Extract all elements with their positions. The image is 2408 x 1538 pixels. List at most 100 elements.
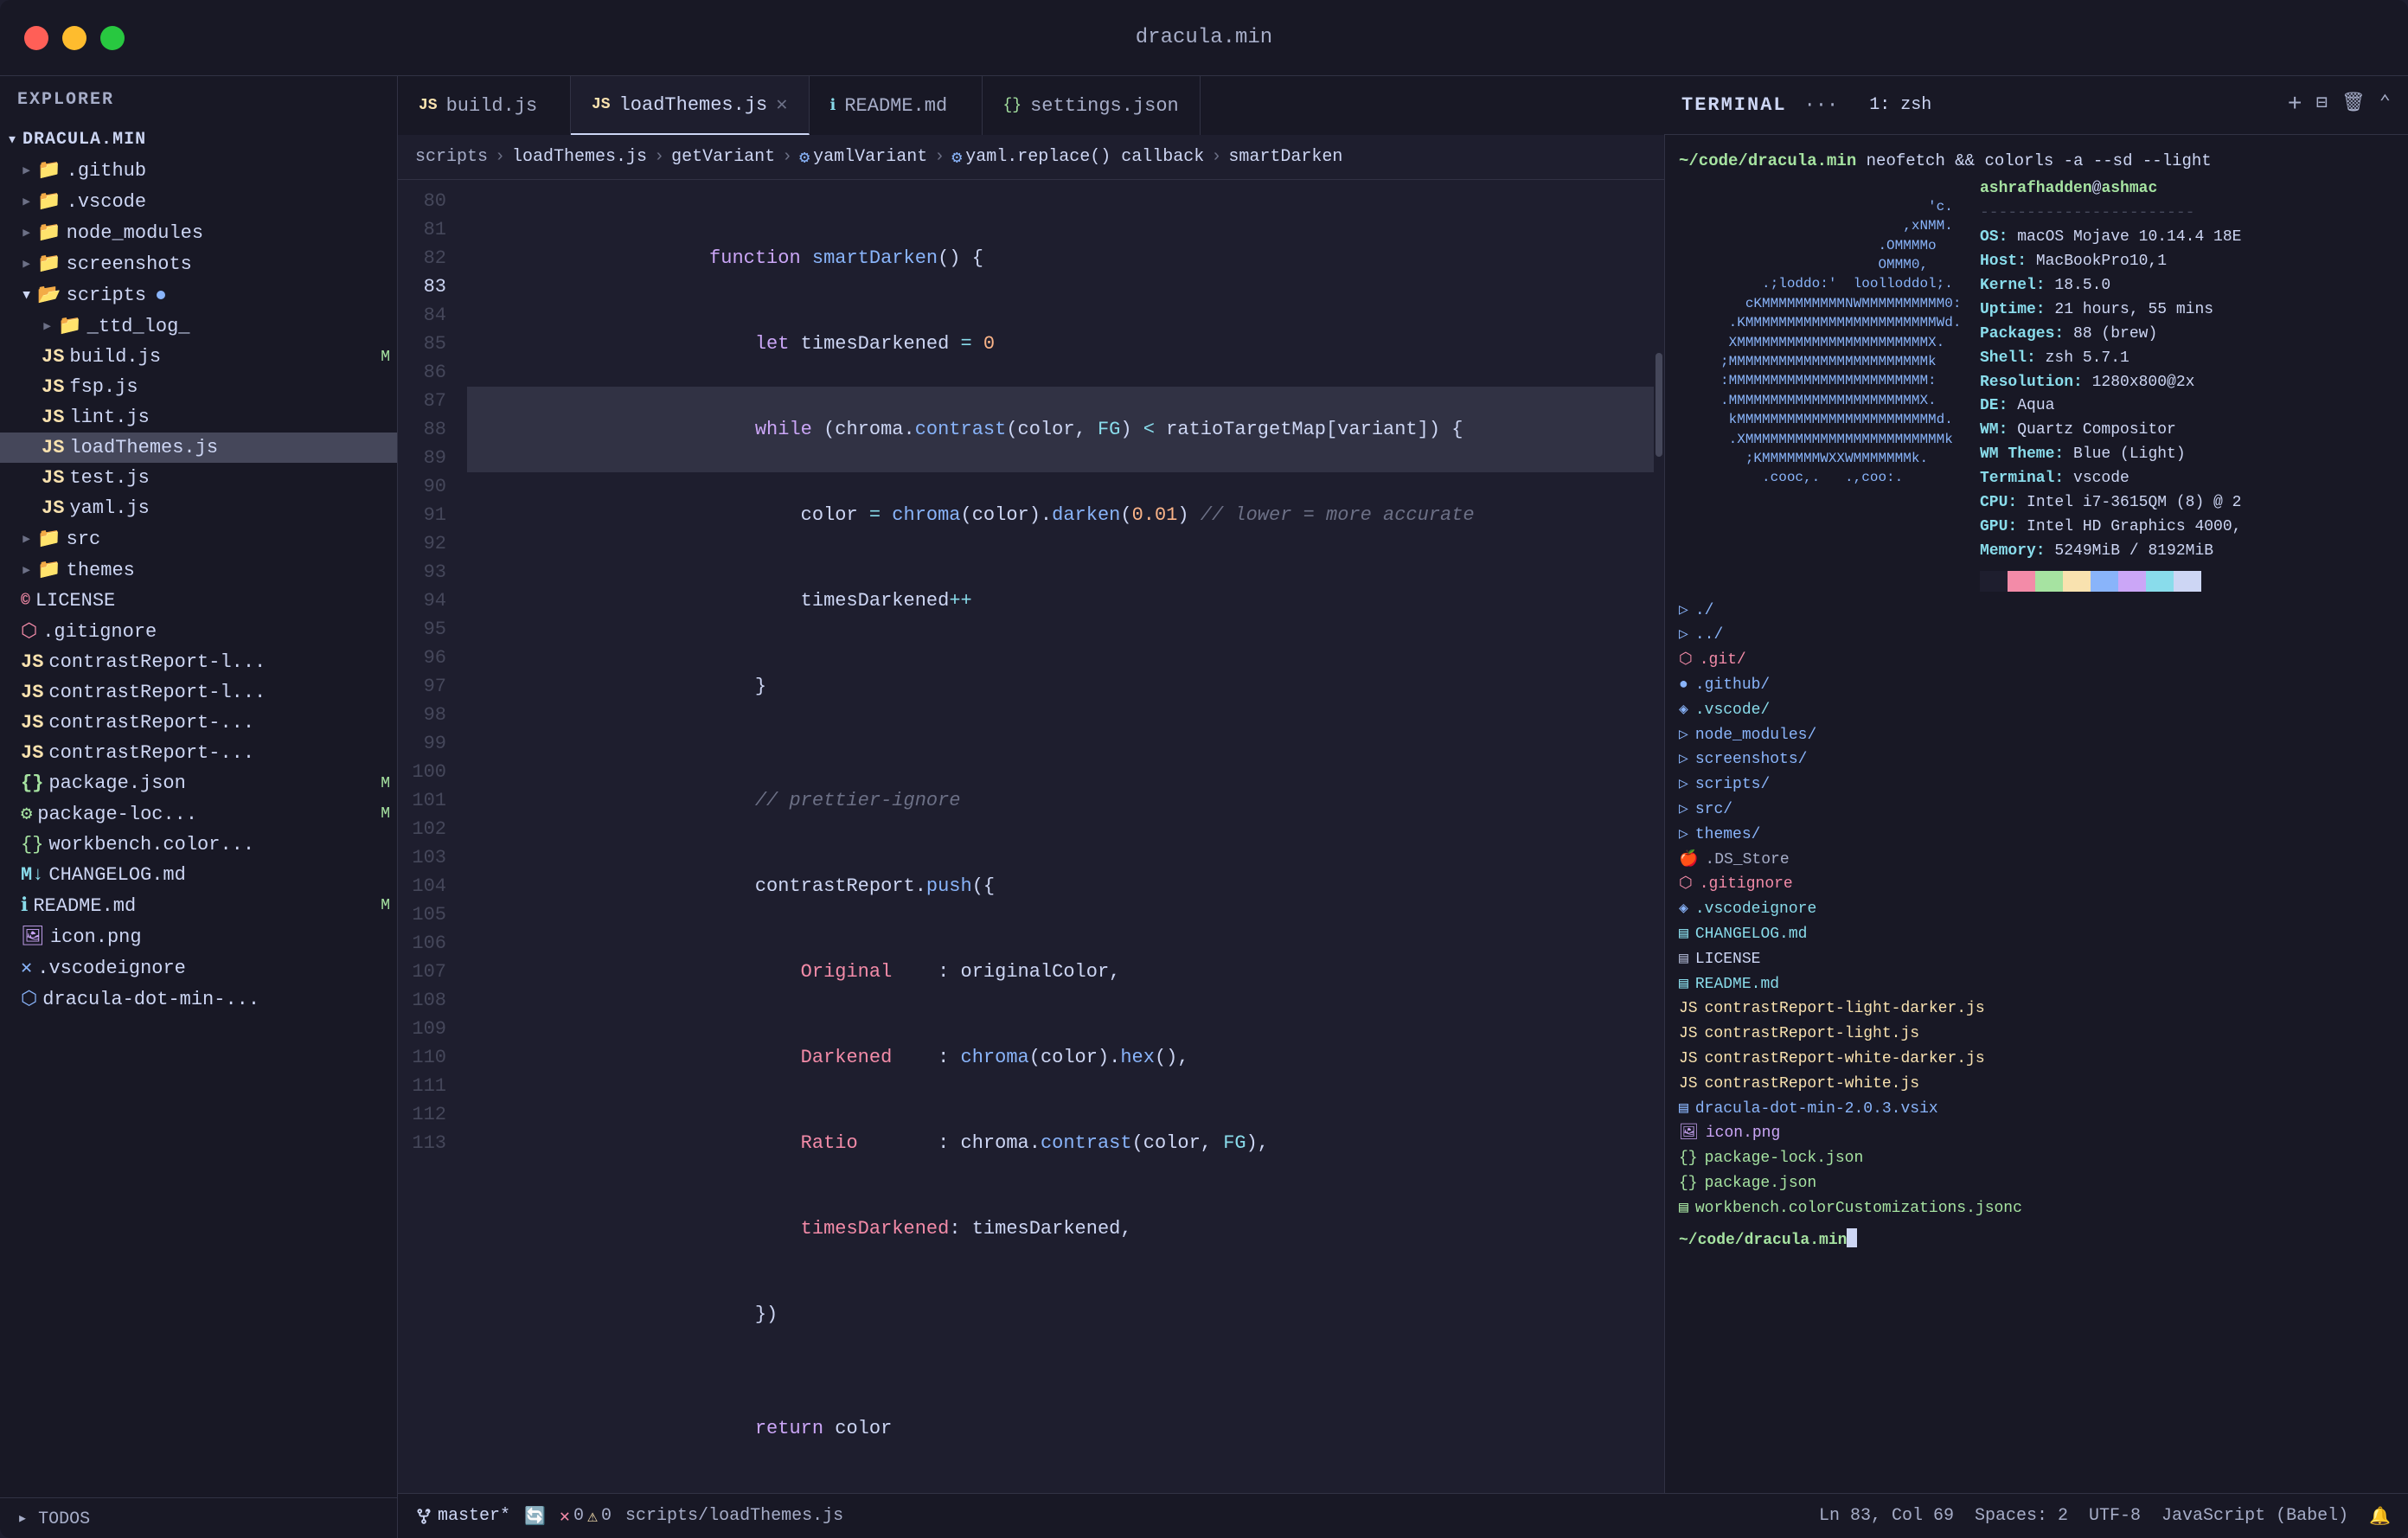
sidebar-item-vscode[interactable]: ▸ 📁 .vscode [0, 186, 397, 217]
breadcrumb-scripts[interactable]: scripts [415, 147, 488, 167]
sidebar-item-label: .vscode [67, 191, 146, 213]
sidebar-item-icon-png[interactable]: 🖼 icon.png [0, 921, 397, 952]
color-block [2118, 571, 2146, 592]
sidebar-item-dracula-vsix[interactable]: ⬡ dracula-dot-min-... [0, 984, 397, 1015]
error-count[interactable]: ✕ 0 ⚠ 0 [560, 1505, 612, 1528]
sidebar-item-node-modules[interactable]: ▸ 📁 node_modules [0, 217, 397, 248]
statusbar: master* 🔄 ✕ 0 ⚠ 0 scripts/loadThemes.js … [398, 1493, 2408, 1538]
sidebar-item-screenshots[interactable]: ▸ 📁 screenshots [0, 248, 397, 279]
tab-load-themes-js[interactable]: JS loadThemes.js ✕ [571, 76, 810, 135]
sidebar-item-contrast4[interactable]: JS contrastReport-... [0, 738, 397, 768]
code-line [467, 1357, 1654, 1386]
tree-root[interactable]: ▾ DRACULA.MIN [0, 124, 397, 155]
sidebar-item-scripts[interactable]: ▾ 📂 scripts [0, 279, 397, 311]
sidebar-item-changelog[interactable]: M↓ CHANGELOG.md [0, 860, 397, 890]
file-list-item: 🍎 .DS_Store [1679, 848, 2394, 873]
json-icon: ⚙ [21, 803, 32, 825]
tab-readme-md[interactable]: ℹ README.md [810, 76, 983, 135]
breadcrumb-get-variant[interactable]: getVariant [671, 147, 775, 167]
sidebar-item-label: .vscodeignore [37, 958, 186, 979]
sidebar-item-vscodeignore[interactable]: ✕ .vscodeignore [0, 952, 397, 984]
file-listing: ▷ ./ ▷ ../ ⬡ .git/ [1679, 599, 2394, 1253]
sidebar-item-label: contrastReport-l... [48, 651, 266, 673]
sidebar-item-label: workbench.color... [48, 834, 254, 856]
sidebar-item-ttd-log[interactable]: ▸ 📁 _ttd_log_ [0, 311, 397, 342]
line-numbers: 80 81 82 83 84 85 86 87 88 89 90 91 [398, 180, 467, 1493]
terminal-more-icon[interactable]: ··· [1804, 94, 1839, 116]
sync-icon[interactable]: 🔄 [524, 1505, 546, 1528]
breadcrumb-load-themes[interactable]: loadThemes.js [512, 147, 647, 167]
file-list-item: ▤ LICENSE [1679, 947, 2394, 972]
color-blocks [1980, 571, 2241, 592]
breadcrumb-yaml-variant[interactable]: ⚙yamlVariant [799, 146, 927, 169]
close-panel-icon[interactable]: ⌃ [2379, 92, 2391, 119]
todos-label: TODOS [38, 1509, 90, 1529]
todos-section[interactable]: ▸ TODOS [0, 1497, 397, 1538]
sidebar-item-yaml-js[interactable]: JS yaml.js [0, 493, 397, 523]
sidebar-item-label: test.js [69, 467, 149, 489]
code-editor[interactable]: 80 81 82 83 84 85 86 87 88 89 90 91 [398, 180, 1664, 1493]
error-icon: ✕ [560, 1505, 570, 1528]
cursor-position[interactable]: Ln 83, Col 69 [1819, 1506, 1954, 1526]
md-icon: ℹ [21, 894, 28, 917]
code-line: Original : originalColor, [467, 929, 1654, 1015]
notification-icon[interactable]: 🔔 [2369, 1505, 2391, 1528]
encoding[interactable]: UTF-8 [2089, 1506, 2141, 1526]
sidebar-item-label: package.json [48, 772, 185, 794]
chevron-down-icon: ▾ [21, 284, 32, 306]
tab-close-button[interactable]: ✕ [776, 93, 787, 116]
terminal-tab-zsh[interactable]: 1: zsh [1869, 95, 1931, 115]
file-path: scripts/loadThemes.js [625, 1506, 843, 1526]
sidebar-item-test-js[interactable]: JS test.js [0, 463, 397, 493]
file-list-item: ⬡ .gitignore [1679, 872, 2394, 897]
sidebar-item-lint-js[interactable]: JS lint.js [0, 402, 397, 433]
sidebar-item-contrast1[interactable]: JS contrastReport-l... [0, 647, 397, 677]
file-list-item: ▤ CHANGELOG.md [1679, 922, 2394, 947]
scrollbar-thumb[interactable] [1656, 353, 1662, 457]
chevron-right-icon: ▸ [17, 1509, 28, 1529]
terminal-header: TERMINAL ··· 1: zsh + ⊟ 🗑 ⌃ [1664, 76, 2408, 135]
sidebar-item-label: src [67, 529, 101, 550]
minimize-button[interactable] [62, 26, 86, 50]
editor-scrollbar[interactable] [1654, 180, 1664, 1493]
file-list-item: {} package.json [1679, 1171, 2394, 1196]
sidebar-item-license[interactable]: © LICENSE [0, 586, 397, 616]
sidebar: EXPLORER ▾ DRACULA.MIN ▸ 📁 .github ▸ 📁 [0, 76, 398, 1538]
file-list-item: ⬡ .git/ [1679, 648, 2394, 673]
split-terminal-icon[interactable]: ⊟ [2316, 92, 2328, 119]
trash-icon[interactable]: 🗑 [2341, 92, 2366, 119]
sidebar-item-fsp-js[interactable]: JS fsp.js [0, 372, 397, 402]
sidebar-item-themes[interactable]: ▸ 📁 themes [0, 554, 397, 586]
git-branch[interactable]: master* [415, 1506, 510, 1526]
code-line [467, 729, 1654, 758]
close-button[interactable] [24, 26, 48, 50]
tab-build-js[interactable]: JS build.js [398, 76, 571, 135]
sidebar-item-gitignore[interactable]: ⬡ .gitignore [0, 616, 397, 647]
sidebar-item-github[interactable]: ▸ 📁 .github [0, 155, 397, 186]
vsix-icon: ⬡ [21, 988, 37, 1010]
sidebar-item-build-js[interactable]: JS build.js M [0, 342, 397, 372]
modified-badge: M [381, 349, 390, 366]
sidebar-item-load-themes-js[interactable]: JS loadThemes.js [0, 433, 397, 463]
sidebar-item-contrast2[interactable]: JS contrastReport-l... [0, 677, 397, 708]
breadcrumb-yaml-replace[interactable]: ⚙yaml.replace() callback [951, 146, 1204, 169]
tab-settings-json[interactable]: {} settings.json [983, 76, 1201, 135]
sidebar-item-package-lock[interactable]: ⚙ package-loc... M [0, 798, 397, 830]
js-file-icon: JS [42, 437, 64, 458]
code-line [467, 187, 1654, 215]
sidebar-item-workbench[interactable]: {} workbench.color... [0, 830, 397, 860]
sidebar-item-readme[interactable]: ℹ README.md M [0, 890, 397, 921]
sidebar-item-src[interactable]: ▸ 📁 src [0, 523, 397, 554]
sidebar-item-contrast3[interactable]: JS contrastReport-... [0, 708, 397, 738]
maximize-button[interactable] [100, 26, 125, 50]
language-mode[interactable]: JavaScript (Babel) [2161, 1506, 2348, 1526]
md-icon: ℹ [830, 96, 836, 115]
sidebar-item-label: node_modules [67, 222, 203, 244]
file-list-item: ▤ workbench.colorCustomizations.jsonc [1679, 1196, 2394, 1221]
add-terminal-icon[interactable]: + [2288, 92, 2302, 119]
terminal-content[interactable]: ~/code/dracula.min neofetch && colorls -… [1665, 135, 2408, 1493]
sidebar-item-package-json[interactable]: {} package.json M [0, 768, 397, 798]
spaces-setting[interactable]: Spaces: 2 [1975, 1506, 2068, 1526]
code-content[interactable]: function smartDarken() { let timesDarken… [467, 180, 1654, 1493]
breadcrumb-smart-darken[interactable]: smartDarken [1228, 147, 1342, 167]
